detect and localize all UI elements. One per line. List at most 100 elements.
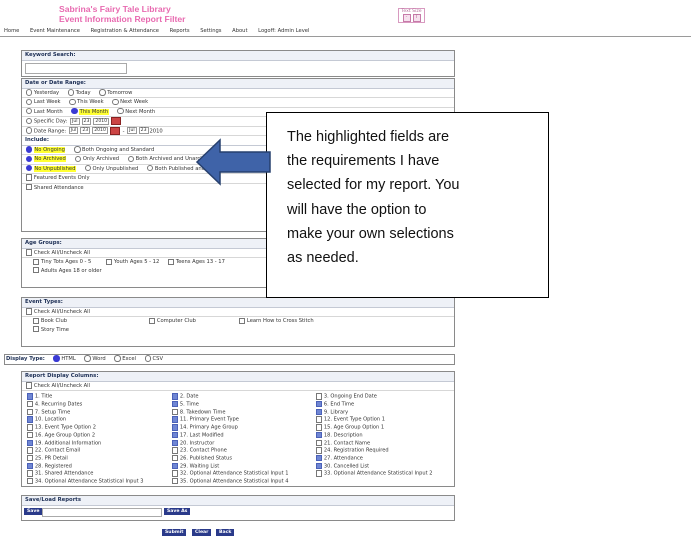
age-adults-checkbox[interactable] bbox=[33, 267, 40, 274]
range-start-month-select[interactable]: Jul bbox=[68, 127, 79, 135]
event-computer-club-checkbox[interactable] bbox=[149, 317, 156, 325]
keyword-input[interactable] bbox=[25, 63, 127, 74]
column-option-checkbox[interactable] bbox=[27, 470, 34, 477]
column-option-checkbox[interactable] bbox=[27, 401, 34, 408]
column-option-checkbox[interactable] bbox=[172, 439, 179, 446]
radio-last-month[interactable] bbox=[26, 108, 33, 115]
shared-checkbox[interactable] bbox=[26, 183, 33, 191]
column-option-checkbox[interactable] bbox=[27, 462, 34, 470]
column-option-checkbox[interactable] bbox=[172, 462, 179, 470]
column-option: 10. Location bbox=[26, 416, 66, 423]
column-option-checkbox[interactable] bbox=[316, 447, 323, 454]
radio-last-week[interactable] bbox=[26, 98, 33, 106]
radio-both-published[interactable] bbox=[146, 165, 154, 172]
nav-reports[interactable]: Reports bbox=[170, 28, 190, 34]
column-option-checkbox[interactable] bbox=[316, 431, 323, 439]
column-option-checkbox[interactable] bbox=[316, 424, 323, 431]
column-option-checkbox[interactable] bbox=[172, 431, 179, 439]
column-option-checkbox[interactable] bbox=[27, 454, 34, 462]
radio-tomorrow[interactable] bbox=[99, 89, 106, 96]
specific-year-select[interactable]: 2010 bbox=[93, 117, 110, 125]
back-button[interactable]: Back bbox=[216, 529, 235, 536]
radio-yesterday[interactable] bbox=[26, 89, 33, 96]
column-option-checkbox[interactable] bbox=[172, 424, 179, 431]
event-book-club-checkbox[interactable] bbox=[33, 317, 40, 325]
column-option-checkbox[interactable] bbox=[27, 416, 34, 423]
column-option-checkbox[interactable] bbox=[27, 408, 34, 416]
column-option-checkbox[interactable] bbox=[172, 393, 179, 400]
radio-date-range[interactable] bbox=[26, 127, 33, 134]
column-option-checkbox[interactable] bbox=[316, 439, 323, 446]
column-option-checkbox[interactable] bbox=[27, 424, 34, 431]
radio-word[interactable] bbox=[84, 355, 91, 362]
save-button[interactable]: Save bbox=[24, 508, 43, 515]
nav-about[interactable]: About bbox=[232, 28, 247, 34]
column-option-checkbox[interactable] bbox=[27, 439, 34, 446]
radio-no-unpublished[interactable] bbox=[26, 165, 33, 172]
range-start-year-select[interactable]: 2010 bbox=[92, 127, 108, 135]
radio-this-month[interactable] bbox=[71, 108, 78, 115]
radio-this-week[interactable] bbox=[69, 98, 76, 106]
age-tiny-tots-checkbox[interactable] bbox=[33, 258, 40, 266]
radio-excel[interactable] bbox=[114, 355, 121, 362]
column-option-checkbox[interactable] bbox=[316, 470, 323, 477]
nav-event-maintenance[interactable]: Event Maintenance bbox=[30, 28, 80, 34]
age-teens-checkbox[interactable] bbox=[167, 258, 175, 266]
column-option-checkbox[interactable] bbox=[27, 393, 34, 400]
radio-no-ongoing[interactable] bbox=[26, 146, 33, 153]
radio-both-archived[interactable] bbox=[127, 155, 135, 163]
calendar-icon[interactable] bbox=[111, 117, 122, 126]
age-youth-label: Youth Ages 5 - 12 bbox=[113, 259, 160, 266]
column-option-checkbox[interactable] bbox=[316, 454, 323, 462]
radio-specific-day[interactable] bbox=[26, 117, 33, 125]
column-option-checkbox[interactable] bbox=[172, 408, 179, 416]
report-name-input[interactable] bbox=[42, 508, 162, 517]
event-cross-stitch-checkbox[interactable] bbox=[239, 317, 246, 325]
radio-both-ongoing[interactable] bbox=[74, 146, 81, 153]
calendar-icon[interactable] bbox=[109, 126, 120, 135]
radio-today[interactable] bbox=[67, 89, 75, 96]
clear-button[interactable]: Clear bbox=[192, 529, 212, 536]
column-option-checkbox[interactable] bbox=[316, 408, 323, 416]
text-size-plus-button[interactable]: T bbox=[412, 14, 421, 22]
column-option-checkbox[interactable] bbox=[316, 416, 323, 423]
radio-next-week[interactable] bbox=[112, 98, 119, 106]
text-size-minus-button[interactable]: - bbox=[402, 14, 411, 22]
radio-next-month[interactable] bbox=[117, 108, 124, 115]
radio-no-archived[interactable] bbox=[26, 155, 33, 163]
event-story-time-checkbox[interactable] bbox=[33, 326, 40, 333]
column-option-checkbox[interactable] bbox=[172, 454, 179, 462]
nav-settings[interactable]: Settings bbox=[200, 28, 221, 34]
event-check-all-checkbox[interactable] bbox=[26, 308, 33, 315]
column-option-checkbox[interactable] bbox=[172, 416, 179, 423]
columns-check-all-checkbox[interactable] bbox=[26, 382, 33, 389]
column-option-checkbox[interactable] bbox=[316, 393, 323, 400]
submit-button[interactable]: Submit bbox=[162, 529, 187, 536]
specific-month-select[interactable]: Jul bbox=[70, 117, 80, 125]
column-option-checkbox[interactable] bbox=[172, 447, 179, 454]
radio-html[interactable] bbox=[53, 355, 60, 362]
featured-checkbox[interactable] bbox=[26, 174, 33, 181]
range-end-day-select[interactable]: 23 bbox=[138, 127, 149, 135]
column-option-checkbox[interactable] bbox=[27, 478, 34, 485]
column-option-checkbox[interactable] bbox=[27, 447, 34, 454]
range-end-month-select[interactable]: Jul bbox=[127, 127, 137, 135]
radio-csv[interactable] bbox=[144, 355, 152, 362]
column-option-checkbox[interactable] bbox=[172, 470, 179, 477]
range-start-day-select[interactable]: 23 bbox=[80, 127, 91, 135]
range-end-year[interactable]: 2010 bbox=[150, 128, 163, 134]
age-youth-checkbox[interactable] bbox=[106, 258, 113, 266]
nav-registration[interactable]: Registration & Attendance bbox=[91, 28, 159, 34]
nav-home[interactable]: Home bbox=[4, 28, 19, 34]
nav-logoff[interactable]: Logoff: Admin Level bbox=[258, 28, 309, 34]
column-option-checkbox[interactable] bbox=[172, 401, 179, 408]
radio-only-unpublished[interactable] bbox=[84, 165, 91, 172]
save-as-button[interactable]: Save As bbox=[164, 508, 191, 515]
column-option-checkbox[interactable] bbox=[27, 431, 34, 439]
column-option-checkbox[interactable] bbox=[172, 478, 179, 485]
age-check-all-checkbox[interactable] bbox=[26, 249, 33, 256]
column-option-checkbox[interactable] bbox=[316, 462, 323, 470]
column-option-checkbox[interactable] bbox=[316, 401, 323, 408]
radio-only-archived[interactable] bbox=[74, 155, 82, 163]
specific-day-select[interactable]: 23 bbox=[81, 117, 92, 125]
